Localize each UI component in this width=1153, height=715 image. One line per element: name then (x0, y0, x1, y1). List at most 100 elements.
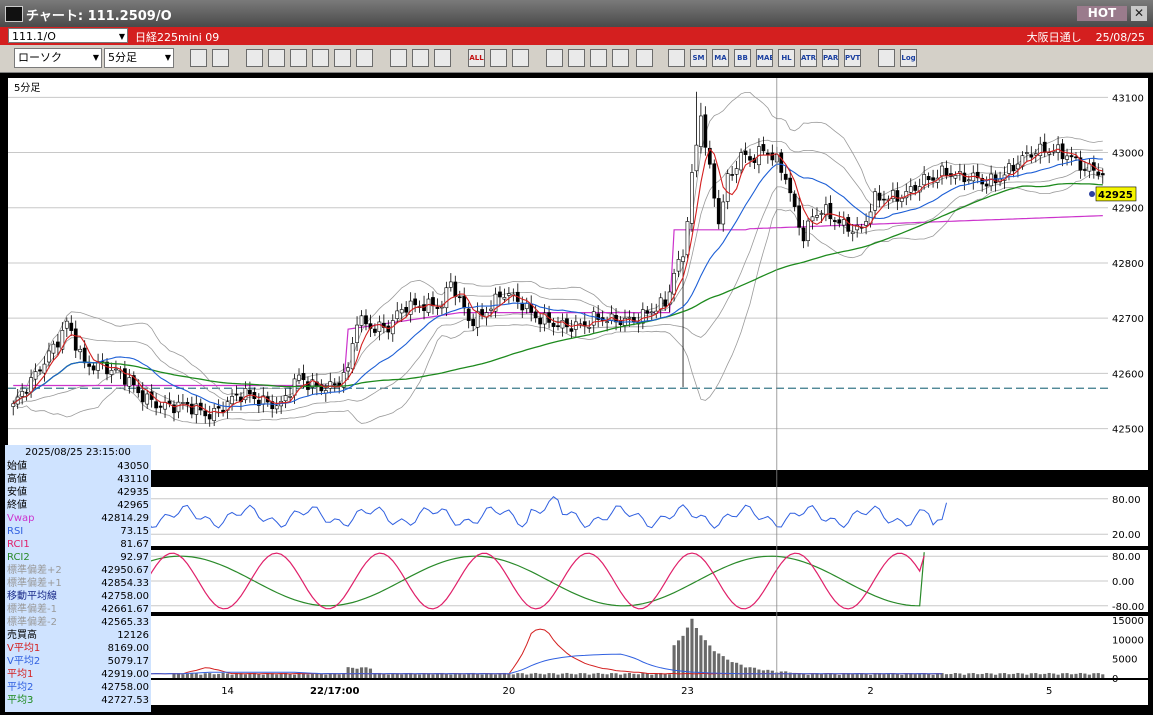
candle-body (20, 391, 25, 397)
volume-bar (1034, 673, 1038, 678)
volume-bar (623, 673, 627, 678)
x-tick-label: 5 (1046, 686, 1052, 697)
volume-bar (351, 667, 355, 678)
volume-bar (685, 627, 690, 678)
volume-bar (962, 674, 966, 678)
candle-body (663, 299, 668, 307)
volume-bar (324, 674, 328, 678)
candle-body (158, 405, 163, 408)
info-row: 安値 42935 (7, 486, 149, 499)
candle-body (328, 381, 333, 389)
volume-bar (627, 672, 632, 678)
candle-body (42, 363, 47, 374)
volume-bar (181, 674, 185, 678)
volume-bar (418, 674, 422, 678)
volume-bar (717, 653, 721, 678)
candle-body (301, 373, 306, 381)
volume-bar (1025, 674, 1029, 678)
candle-body (350, 343, 355, 370)
candle-body (1069, 155, 1074, 158)
volume-bar (1101, 674, 1105, 678)
volume-bar (806, 674, 810, 678)
candle-body (404, 307, 409, 313)
candle-body (846, 217, 851, 232)
volume-bar (569, 673, 573, 678)
candle-body (551, 322, 556, 327)
candle-body (832, 220, 837, 222)
price-tick-label: 42900 (1112, 204, 1144, 215)
volume-bar (467, 673, 471, 678)
chart-canvas[interactable]: 43100 43000 42900 42800 42700 42600 42500 42925… (0, 0, 1153, 715)
volume-bar (882, 674, 886, 678)
candle-body (91, 365, 96, 371)
volume-bar (556, 674, 560, 678)
volume-tick-label: 15000 (1112, 616, 1144, 627)
candle-body (899, 198, 904, 202)
candle-body (524, 302, 529, 309)
volume-bar (1096, 673, 1100, 678)
candle-body (716, 198, 721, 225)
candle-body (556, 325, 560, 328)
candle-body (377, 321, 382, 332)
volume-bar (221, 672, 225, 678)
info-row: V平均2 5079.17 (7, 655, 149, 668)
candle-body (984, 183, 989, 187)
candle-body (966, 179, 971, 182)
volume-bar (1083, 673, 1087, 678)
candle-body (685, 221, 690, 256)
info-value: 42758.00 (101, 682, 149, 693)
volume-bar (208, 673, 212, 678)
candle-body (569, 328, 574, 332)
price-tick-label: 43000 (1112, 149, 1144, 160)
candle-body (78, 348, 83, 353)
volume-bar (203, 673, 207, 678)
volume-bar (194, 673, 198, 678)
candle-body (185, 401, 190, 405)
candle-body (413, 298, 417, 306)
volume-bar (342, 673, 346, 678)
candle-body (850, 231, 855, 234)
rci-tick-label: 0.00 (1112, 577, 1134, 588)
volume-bar (985, 672, 989, 678)
x-tick-label: 2 (867, 686, 873, 697)
info-key: V平均1 (7, 643, 41, 654)
volume-bar (1011, 673, 1016, 678)
candle-body (189, 403, 194, 415)
candle-body (908, 186, 913, 193)
info-value: 43110 (117, 474, 149, 485)
volume-bar (699, 635, 703, 678)
x-tick-label: 20 (503, 686, 516, 697)
candle-body (672, 273, 676, 295)
candle-body (605, 321, 609, 323)
candle-body (582, 321, 587, 326)
candle-body (216, 406, 221, 409)
info-value: 42935 (117, 487, 149, 498)
candle-body (480, 309, 484, 316)
price-tick-label: 42500 (1112, 425, 1144, 436)
candle-body (815, 215, 819, 218)
candle-body (1096, 171, 1101, 176)
candle-body (931, 177, 935, 181)
candle-body (895, 190, 900, 202)
candle-body (69, 322, 74, 331)
candle-body (658, 297, 663, 310)
candle-body (801, 227, 806, 242)
volume-bar (730, 662, 734, 678)
info-key: V平均2 (7, 656, 41, 667)
volume-bar (650, 674, 654, 678)
info-value: 42854.33 (101, 578, 149, 589)
candle-body (877, 192, 882, 201)
info-value: 42814.29 (101, 513, 149, 524)
x-axis (150, 680, 1148, 705)
info-key: 標準偏差-1 (7, 604, 57, 615)
volume-bar (431, 674, 435, 678)
candle-body (649, 311, 654, 314)
volume-bar (1002, 673, 1007, 678)
candle-body (824, 204, 828, 215)
info-value: 92.97 (120, 552, 149, 563)
candle-body (725, 173, 730, 202)
price-axis (1108, 78, 1148, 470)
candle-body (1007, 163, 1011, 174)
candle-body (627, 317, 632, 319)
info-value: 42661.67 (101, 604, 149, 615)
